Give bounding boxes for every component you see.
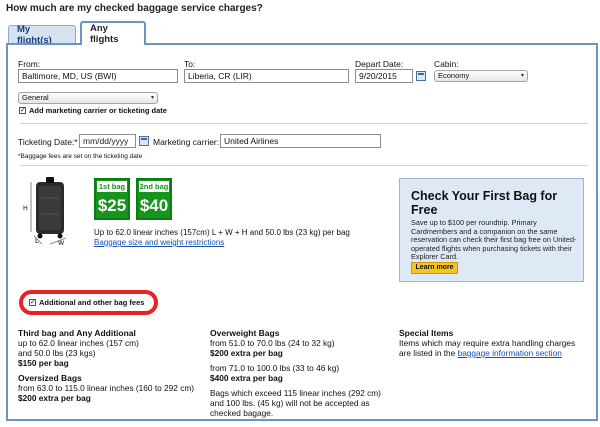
divider <box>20 123 588 124</box>
baggage-panel: From: Baltimore, MD, US (BWI) To: Liberi… <box>6 43 598 421</box>
cabin-select-value: Economy <box>438 71 470 80</box>
fare-type-select[interactable]: General ▾ <box>18 92 158 104</box>
page-title: How much are my checked baggage service … <box>6 3 263 14</box>
additional-fees-checkbox[interactable]: ✓ <box>29 299 36 306</box>
third-bag-line2: and 50.0 lbs (23 kgs) <box>18 348 96 358</box>
third-bag-price: $150 per bag <box>18 358 69 368</box>
tab-any-flights[interactable]: Any flights <box>80 21 146 45</box>
marketing-carrier-checkbox-label: Add marketing carrier or ticketing date <box>29 106 167 115</box>
baggage-info-link[interactable]: baggage information section <box>458 348 562 358</box>
third-bag-heading: Third bag and Any Additional <box>18 328 136 338</box>
oversized-line1: from 63.0 to 115.0 linear inches (160 to… <box>18 383 195 393</box>
special-items-text: Items which may require extra handling c… <box>399 338 579 358</box>
chevron-down-icon: ▾ <box>520 73 524 79</box>
to-label: To: <box>184 59 196 69</box>
tab-my-flights[interactable]: My flight(s) <box>8 24 76 46</box>
second-bag-fee: 2nd bag $40 <box>136 178 172 220</box>
overweight-price1: $200 extra per bag <box>210 348 283 358</box>
overweight-line1: from 51.0 to 70.0 lbs (24 to 32 kg) <box>210 338 335 348</box>
depart-date-input[interactable]: 9/20/2015 <box>355 69 413 83</box>
marketing-carrier-label: Marketing carrier: <box>153 137 220 147</box>
from-label: From: <box>18 59 41 69</box>
oversized-heading: Oversized Bags <box>18 373 82 383</box>
ticketing-date-label: Ticketing Date:* <box>18 137 78 147</box>
calendar-icon[interactable] <box>139 136 149 146</box>
dimension-length-label: L <box>35 238 39 245</box>
marketing-carrier-checkbox[interactable]: ✓ <box>19 107 26 114</box>
size-restrictions-link[interactable]: Baggage size and weight restrictions <box>94 238 224 247</box>
promo-body: Save up to $100 per roundtrip. Primary C… <box>411 218 577 261</box>
overweight-note: Bags which exceed 115 linear inches (292… <box>210 388 381 418</box>
footnote: *Baggage fees are set on the ticketing d… <box>18 153 143 160</box>
overweight-line2: from 71.0 to 100.0 lbs (33 to 46 kg) <box>210 363 340 373</box>
depart-date-label: Depart Date: <box>355 59 404 69</box>
ticketing-date-input[interactable]: mm/dd/yyyy <box>79 134 136 148</box>
additional-fees-checkbox-label: Additional and other bag fees <box>39 298 145 307</box>
from-input[interactable]: Baltimore, MD, US (BWI) <box>18 69 178 83</box>
chevron-down-icon: ▾ <box>150 95 154 101</box>
overweight-price2: $400 extra per bag <box>210 373 283 383</box>
calendar-icon[interactable] <box>416 71 426 81</box>
promo-card: Check Your First Bag for Free Save up to… <box>399 178 584 282</box>
to-input[interactable]: Liberia, CR (LIR) <box>184 69 349 83</box>
marketing-carrier-input[interactable]: United Airlines <box>220 134 381 148</box>
fare-type-select-value: General <box>22 93 49 102</box>
bag-dimension-text: Up to 62.0 linear inches (157cm) L + W +… <box>94 228 350 237</box>
second-bag-label: 2nd bag <box>139 181 169 192</box>
dimension-height-label: H <box>23 205 28 212</box>
first-bag-price: $25 <box>97 196 127 215</box>
second-bag-price: $40 <box>139 196 169 215</box>
third-bag-line1: up to 62.0 linear inches (157 cm) <box>18 338 139 348</box>
dimension-width-label: W <box>58 240 65 247</box>
first-bag-fee: 1st bag $25 <box>94 178 130 220</box>
divider <box>20 165 588 166</box>
oversized-price: $200 extra per bag <box>18 393 91 403</box>
cabin-label: Cabin: <box>434 59 459 69</box>
learn-more-button[interactable]: Learn more <box>411 262 458 274</box>
first-bag-label: 1st bag <box>97 181 127 192</box>
special-items-heading: Special Items <box>399 328 454 338</box>
cabin-select[interactable]: Economy ▾ <box>434 70 528 82</box>
promo-title: Check Your First Bag for Free <box>411 189 558 217</box>
overweight-heading: Overweight Bags <box>210 328 280 338</box>
